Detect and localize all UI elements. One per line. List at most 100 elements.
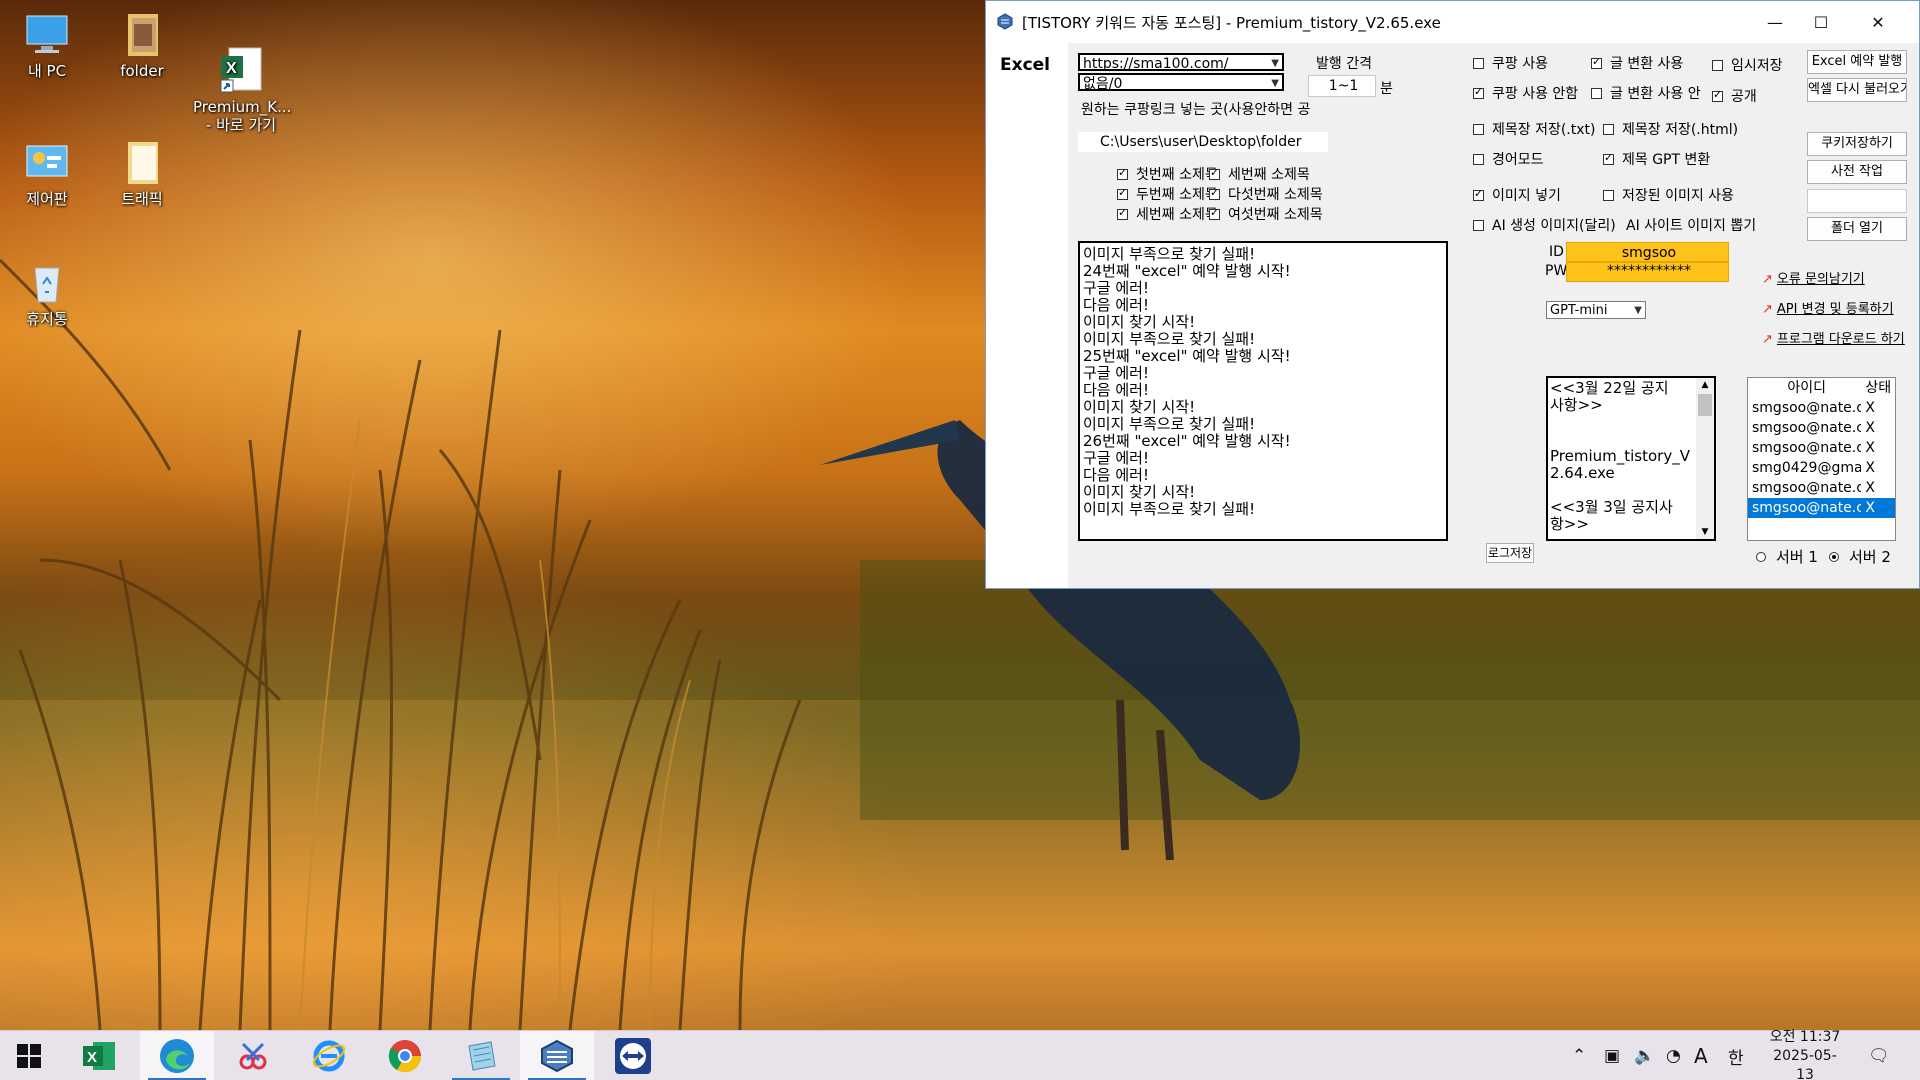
- api-change-link[interactable]: ↗ API 변경 및 등록하기: [1762, 298, 1894, 317]
- desktop-icon-premium-shortcut[interactable]: X Premium_K... - 바로 가기: [193, 10, 291, 134]
- minimize-button[interactable]: —: [1752, 1, 1798, 43]
- site-image-checkbox[interactable]: AI 사이트 이미지 뽑기: [1626, 215, 1756, 235]
- chrome-icon: [388, 1040, 422, 1073]
- notice-listbox[interactable]: <<3월 22일 공지 사항>> Premium_tistory_V 2.64.exe…: [1546, 376, 1716, 541]
- desktop-icon-my-pc[interactable]: 내 PC: [5, 10, 89, 80]
- taskbar-edge[interactable]: [140, 1031, 214, 1080]
- tray-camera[interactable]: ▣: [1604, 1031, 1620, 1080]
- text-convert-off-checkbox[interactable]: 글 변환 사용 안: [1591, 83, 1701, 103]
- account-id-cell: smgsoo@nate.c: [1752, 440, 1862, 456]
- checkbox-box: [1209, 206, 1220, 220]
- temp-save-checkbox[interactable]: 임시저장: [1712, 55, 1783, 75]
- scroll-up-icon[interactable]: ▲: [1696, 378, 1714, 392]
- close-button[interactable]: ✕: [1855, 1, 1901, 43]
- tab-excel[interactable]: Excel: [1000, 55, 1050, 75]
- checkbox-box: [1603, 151, 1614, 165]
- desktop-icon-recycle-bin[interactable]: 휴지통: [5, 258, 89, 328]
- start-button[interactable]: [0, 1031, 58, 1080]
- coupang-use-checkbox[interactable]: 쿠팡 사용: [1473, 53, 1548, 73]
- coupang-nouse-checkbox[interactable]: 쿠팡 사용 안함: [1473, 83, 1578, 103]
- subtitle-3b-checkbox[interactable]: 세번째 소제목: [1117, 204, 1218, 224]
- interval-input[interactable]: 1~1: [1308, 75, 1376, 97]
- subtitle-6-checkbox[interactable]: 여섯번째 소제목: [1209, 204, 1323, 224]
- gyeong-mode-checkbox[interactable]: 경어모드: [1473, 149, 1544, 169]
- excel-reload-button[interactable]: 엑셀 다시 불러오기: [1807, 78, 1907, 102]
- server-2-radio[interactable]: 서버 2: [1829, 546, 1891, 567]
- folder-icon: [118, 138, 166, 186]
- clock-time: 오전 11:37: [1769, 1028, 1841, 1045]
- checkbox-label: 글 변환 사용: [1610, 56, 1684, 72]
- saved-image-checkbox[interactable]: 저장된 이미지 사용: [1603, 185, 1734, 205]
- subtitle-1-checkbox[interactable]: 첫번째 소제목: [1117, 164, 1218, 184]
- subtitle-2-checkbox[interactable]: 두번째 소제목: [1117, 184, 1218, 204]
- window-titlebar[interactable]: [TISTORY 키워드 자동 포스팅] - Premium_tistory_V…: [986, 1, 1919, 43]
- col-status-header[interactable]: 상태: [1861, 378, 1895, 398]
- tray-ime-mode[interactable]: A: [1694, 1031, 1708, 1080]
- cookie-save-button[interactable]: 쿠키저장하기: [1807, 132, 1907, 156]
- scrollbar[interactable]: ▲ ▼: [1696, 378, 1714, 539]
- pw-input[interactable]: ************: [1566, 262, 1729, 282]
- log-textarea[interactable]: 이미지 부족으로 찾기 실패! 24번째 "excel" 예약 발행 시작! 구글 …: [1078, 241, 1448, 541]
- desktop-icon-control-panel[interactable]: 제어판: [5, 138, 89, 208]
- title-gpt-checkbox[interactable]: 제목 GPT 변환: [1603, 149, 1710, 169]
- taskbar-notepad[interactable]: [444, 1031, 518, 1080]
- blank-input[interactable]: [1807, 189, 1907, 213]
- log-line: 25번째 "excel" 예약 발행 시작!: [1083, 347, 1291, 365]
- folder-path-input[interactable]: C:\Users\user\Desktop\folder: [1078, 132, 1328, 152]
- notice-line: [1550, 482, 1692, 499]
- show-hidden-icons-button[interactable]: ⌃: [1572, 1031, 1586, 1080]
- category-combo[interactable]: 없음/0 ▼: [1078, 73, 1284, 92]
- tray-volume[interactable]: 🔈: [1634, 1031, 1655, 1080]
- notice-line: 사항>>: [1550, 396, 1603, 414]
- checkbox-label: 이미지 넣기: [1492, 188, 1561, 204]
- title-save-html-checkbox[interactable]: 제목장 저장(.html): [1603, 119, 1738, 139]
- notification-button[interactable]: 🗨: [1868, 1031, 1890, 1080]
- tray-clock[interactable]: 오전 11:37 2025-05-13: [1768, 1028, 1842, 1080]
- excel-reserve-button[interactable]: Excel 예약 발행: [1807, 50, 1907, 74]
- program-download-link[interactable]: ↗ 프로그램 다운로드 하기: [1762, 328, 1905, 347]
- account-status-cell: X: [1865, 480, 1876, 496]
- server-1-radio[interactable]: 서버 1: [1756, 546, 1818, 567]
- tray-ime-lang[interactable]: 한: [1728, 1031, 1744, 1080]
- chevron-down-icon: ▼: [1271, 78, 1279, 89]
- taskbar-teamviewer[interactable]: [596, 1031, 670, 1080]
- taskbar-chrome[interactable]: [368, 1031, 442, 1080]
- taskbar-ie[interactable]: [292, 1031, 366, 1080]
- maximize-button[interactable]: ☐: [1798, 1, 1844, 43]
- pre-work-button[interactable]: 사전 작업: [1807, 160, 1907, 184]
- taskbar-snip[interactable]: [216, 1031, 290, 1080]
- subtitle-5-checkbox[interactable]: 다섯번째 소제목: [1209, 184, 1323, 204]
- taskbar-tistory-app[interactable]: [520, 1031, 594, 1080]
- desktop-icon-folder[interactable]: folder: [100, 10, 184, 80]
- account-row[interactable]: smgsoo@nate.c X: [1748, 398, 1895, 418]
- folder-open-button[interactable]: 폴더 열기: [1807, 217, 1907, 241]
- ai-image-checkbox[interactable]: AI 생성 이미지(달리): [1473, 215, 1616, 235]
- tray-network[interactable]: ◔: [1666, 1031, 1681, 1080]
- image-insert-checkbox[interactable]: 이미지 넣기: [1473, 185, 1561, 205]
- account-row[interactable]: smgsoo@nate.c X: [1748, 418, 1895, 438]
- account-row[interactable]: smgsoo@nate.c X: [1748, 478, 1895, 498]
- account-row[interactable]: smgsoo@nate.c X: [1748, 498, 1895, 518]
- radio-circle: [1829, 551, 1839, 562]
- desktop-icon-label: 제어판: [26, 190, 68, 208]
- title-save-txt-checkbox[interactable]: 제목장 저장(.txt): [1473, 119, 1596, 139]
- windows-start-icon: [17, 1044, 41, 1068]
- subtitle-3-checkbox[interactable]: 세번째 소제목: [1209, 164, 1310, 184]
- scroll-down-icon[interactable]: ▼: [1696, 525, 1714, 539]
- scroll-thumb[interactable]: [1698, 394, 1712, 416]
- public-checkbox[interactable]: 공개: [1712, 86, 1757, 106]
- account-row[interactable]: smg0429@gma X: [1748, 458, 1895, 478]
- text-convert-checkbox[interactable]: 글 변환 사용: [1591, 53, 1683, 73]
- col-id-header[interactable]: 아이디: [1748, 378, 1861, 398]
- accounts-listview[interactable]: 아이디 상태 smgsoo@nate.c Xsmgsoo@nate.c Xsmgso…: [1747, 377, 1896, 541]
- notice-line: [1550, 414, 1692, 431]
- desktop-icon-traffic[interactable]: 트래픽: [100, 138, 184, 208]
- taskbar-excel[interactable]: X: [62, 1031, 136, 1080]
- error-report-link[interactable]: ↗ 오류 문의남기기: [1762, 268, 1865, 287]
- model-combo[interactable]: GPT-mini ▼: [1546, 301, 1646, 319]
- account-row[interactable]: smgsoo@nate.c X: [1748, 438, 1895, 458]
- url-combo[interactable]: https://sma100.com/ ▼: [1078, 53, 1284, 72]
- coupang-link-input[interactable]: 원하는 쿠팡링크 넣는 곳(사용안하면 공: [1078, 100, 1328, 122]
- id-input[interactable]: smgsoo: [1566, 242, 1729, 262]
- log-save-button[interactable]: 로그저장: [1486, 543, 1534, 563]
